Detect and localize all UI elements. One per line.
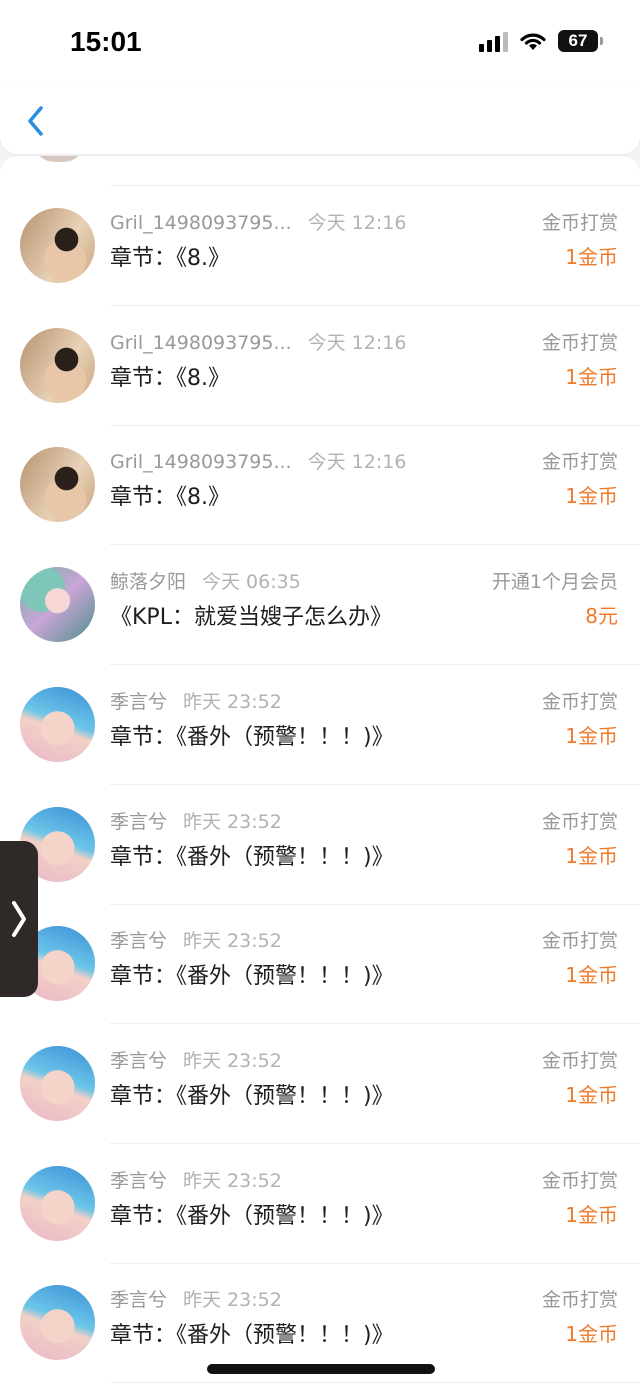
reward-content: 章节：《8.》 [110,246,230,271]
divider [110,1382,640,1384]
reward-type: 金币打赏 [541,1169,618,1192]
list-item[interactable]: 季言兮 昨天 23:52 章节：《番外（预警！！！)》 金币打赏 1金币 [0,1024,640,1144]
nav-bar [0,88,640,154]
user-line: Gril_1498093795... 今天 12:16 [110,447,406,474]
home-indicator [207,1364,435,1374]
list-item[interactable]: 鲸落夕阳 今天 06:35 《KPL：就爱当嫂子怎么办》 开通1个月会员 8元 [0,545,640,666]
user-line: 季言兮 昨天 23:52 [110,687,282,714]
reward-amount: 1金币 [565,1082,618,1107]
timestamp: 今天 12:16 [307,212,407,234]
user-line: 鲸落夕阳 今天 06:35 [110,567,301,594]
user-line: 季言兮 昨天 23:52 [110,1166,282,1193]
reward-content: 章节：《8.》 [110,485,230,511]
reward-amount: 1金币 [565,843,618,868]
reward-content: 章节：《番外（预警！！！)》 [110,1203,394,1229]
side-handle[interactable] [0,841,38,997]
list-item[interactable]: Gril_1498093795... 今天 12:16 章节：《8.》 金币打赏 1金币 [0,186,640,306]
timestamp: 昨天 23:52 [183,690,282,713]
reward-content: 章节：《番外（预警！！！)》 [110,1083,394,1109]
user-name[interactable]: 季言兮 [110,1289,167,1311]
user-name[interactable]: 季言兮 [110,1050,167,1072]
timestamp: 昨天 23:52 [183,1169,282,1192]
reward-amount: 1金币 [565,245,618,269]
reward-amount: 1金币 [565,963,618,988]
reward-amount: 1金币 [565,484,618,509]
user-line: 季言兮 昨天 23:52 [110,1046,282,1073]
user-line: 季言兮 昨天 23:52 [110,1285,282,1312]
user-name[interactable]: Gril_1498093795... [110,332,292,354]
reward-type: 金币打赏 [541,451,618,474]
status-icons: 67 [479,30,603,52]
user-name[interactable]: Gril_1498093795... [110,451,292,473]
avatar[interactable] [20,447,95,523]
timestamp: 今天 06:35 [202,571,301,594]
timestamp: 今天 12:16 [307,451,407,474]
timestamp: 昨天 23:52 [183,810,282,833]
user-name[interactable]: Gril_1498093795... [110,212,292,234]
reward-content: 章节：《番外（预警！！！)》 [110,724,394,750]
signal-icon [479,30,508,52]
chevron-left-icon[interactable] [22,102,52,140]
timestamp: 昨天 23:52 [183,930,282,953]
reward-amount: 8元 [585,604,618,629]
reward-type: 金币打赏 [541,690,618,713]
user-line: Gril_1498093795... 今天 12:16 [110,208,406,235]
list-item[interactable]: 季言兮 昨天 23:52 章节：《番外（预警！！！)》 金币打赏 1金币 [0,904,640,1025]
reward-amount: 1金币 [565,1322,618,1347]
list-item[interactable]: 季言兮 昨天 23:52 章节：《番外（预警！！！)》 金币打赏 1金币 [0,1144,640,1264]
reward-content: 章节：《番外（预警！！！)》 [110,964,394,990]
avatar[interactable] [20,686,95,762]
list-item[interactable]: 季言兮 昨天 23:52 章节：《番外（预警！！！)》 金币打赏 1金币 [0,665,640,785]
timestamp: 今天 12:16 [307,331,407,354]
user-name[interactable]: 季言兮 [110,930,167,952]
status-time: 15:01 [70,26,142,57]
timestamp: 昨天 23:52 [183,1049,282,1072]
reward-amount: 1金币 [565,1202,618,1227]
avatar[interactable] [20,327,95,403]
reward-type: 开通1个月会员 [491,571,618,594]
reward-type: 金币打赏 [541,212,618,234]
reward-content: 《KPL：就爱当嫂子怎么办》 [110,605,392,631]
avatar[interactable] [20,1045,95,1121]
status-bar: 15:01 67 [0,0,640,88]
timestamp: 昨天 23:52 [183,1289,282,1312]
list-item[interactable]: Gril_1498093795... 今天 12:16 章节：《8.》 金币打赏 1金币 [0,306,640,426]
wifi-icon [520,33,546,50]
avatar[interactable] [20,208,95,283]
reward-content: 章节：《8.》 [110,365,230,391]
battery-icon: 67 [558,30,603,52]
reward-amount: 1金币 [565,364,618,389]
list-item[interactable]: Gril_1498093795... 今天 12:16 章节：《8.》 金币打赏 1金币 [0,425,640,546]
reward-type: 金币打赏 [541,1049,618,1072]
list-item[interactable]: 季言兮 昨天 23:52 章节：《番外（预警！！！)》 金币打赏 1金币 [0,785,640,905]
reward-type: 金币打赏 [541,810,618,833]
reward-content: 章节：《番外（预警！！！)》 [110,844,394,870]
reward-type: 金币打赏 [541,930,618,953]
reward-list[interactable]: Gril_1498093795... 今天 12:16 章节：《8.》 金币打赏 1金币… [0,156,640,1387]
user-name[interactable]: 季言兮 [110,811,167,833]
avatar[interactable] [20,567,95,643]
reward-amount: 1金币 [565,723,618,748]
user-name[interactable]: 季言兮 [110,1170,167,1192]
avatar[interactable] [20,1285,95,1361]
user-line: Gril_1498093795... 今天 12:16 [110,328,406,355]
user-name[interactable]: 季言兮 [110,691,167,713]
reward-content: 章节：《番外（预警！！！)》 [110,1323,394,1349]
chevron-right-icon [12,901,26,937]
avatar[interactable] [20,1165,95,1241]
user-line: 季言兮 昨天 23:52 [110,926,282,953]
reward-type: 金币打赏 [541,1289,618,1312]
user-line: 季言兮 昨天 23:52 [110,807,282,834]
reward-type: 金币打赏 [541,331,618,354]
user-name[interactable]: 鲸落夕阳 [110,571,186,593]
avatar [34,156,84,162]
